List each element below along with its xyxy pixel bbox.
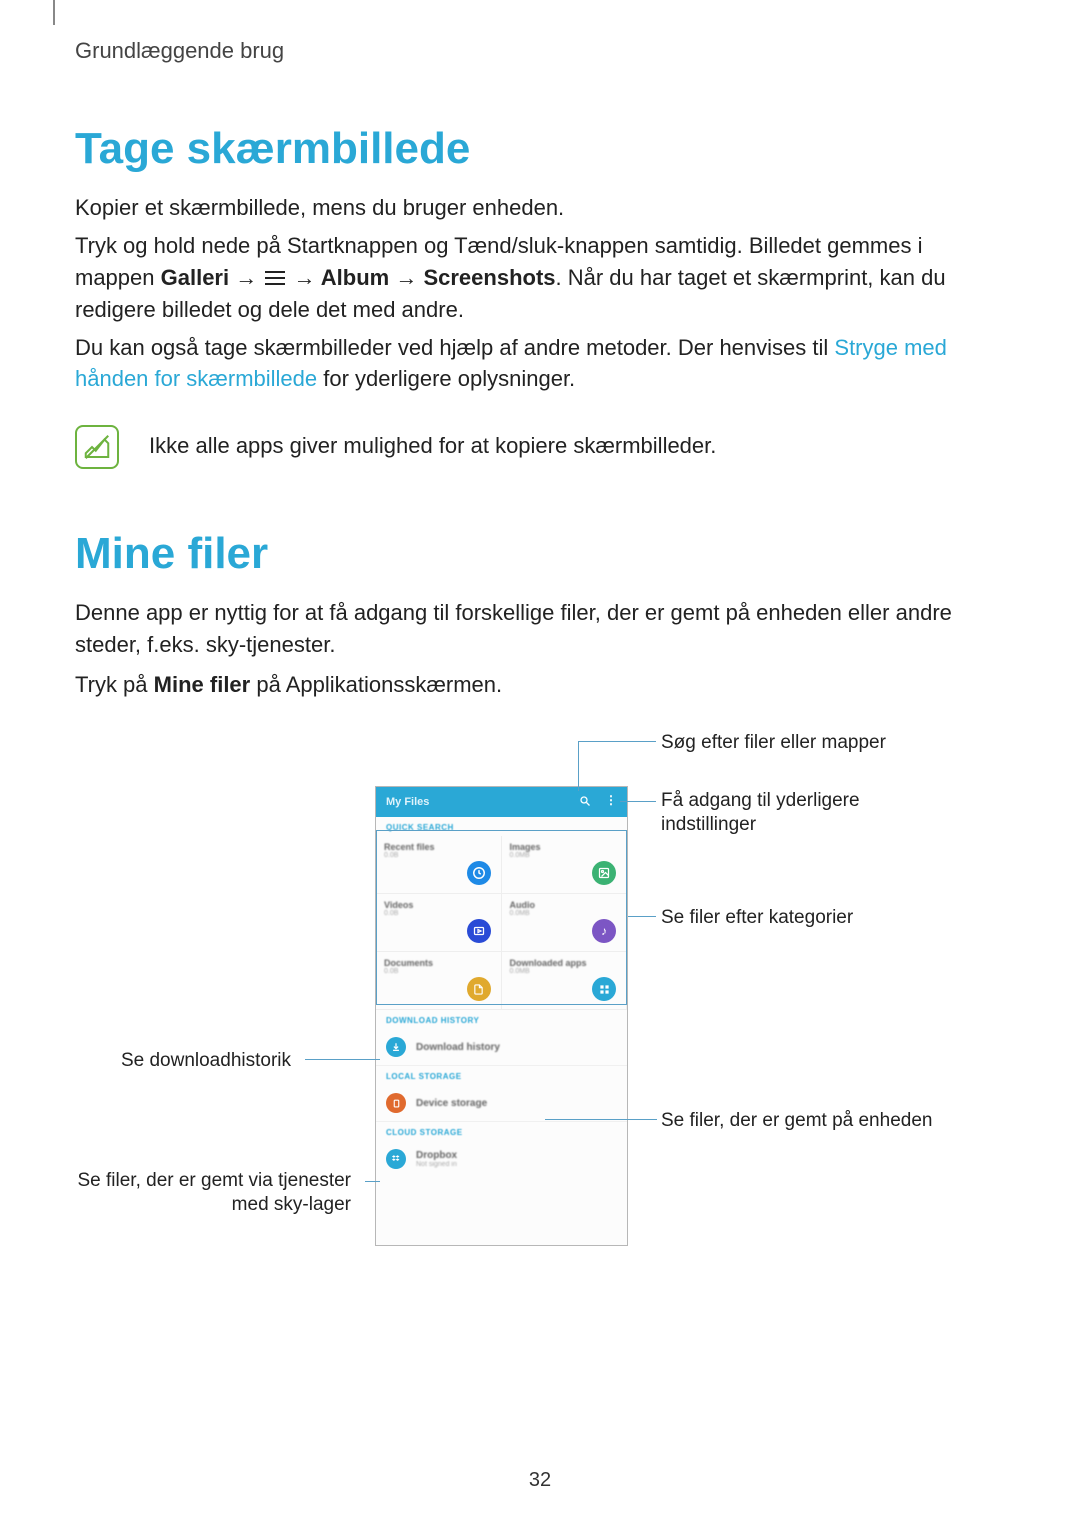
document-icon <box>467 977 491 1001</box>
figure-mine-filer: My Files ⋮ QUICK SEARCH Recent files 0.0… <box>75 731 1005 1301</box>
paragraph: Kopier et skærmbillede, mens du bruger e… <box>75 192 1005 224</box>
leader-line <box>578 741 656 742</box>
phone-mock: My Files ⋮ QUICK SEARCH Recent files 0.0… <box>375 786 628 1246</box>
note-text: Ikke alle apps giver mulighed for at kop… <box>149 425 716 459</box>
search-icon <box>579 795 591 810</box>
heading-mine-filer: Mine filer <box>75 529 1005 579</box>
callout-more: Få adgang til yderligere indstillinger <box>661 789 921 837</box>
callout-cloud: Se filer, der er gemt via tjenester med … <box>77 1169 351 1217</box>
note-icon <box>75 425 119 469</box>
phone-header: My Files ⋮ <box>376 787 627 817</box>
quick-search-grid: Recent files 0.0B Images 0.0MB Videos 0.… <box>376 836 627 1010</box>
apps-icon <box>592 977 616 1001</box>
leader-line <box>620 801 656 802</box>
leader-line <box>365 1181 380 1182</box>
video-icon <box>467 919 491 943</box>
more-icon: ⋮ <box>605 795 617 810</box>
leader-line <box>628 916 656 917</box>
leader-line <box>545 1119 657 1120</box>
paragraph: Denne app er nyttig for at få adgang til… <box>75 597 1005 661</box>
download-icon <box>386 1037 406 1057</box>
dropbox-icon <box>386 1149 406 1169</box>
callout-device: Se filer, der er gemt på enheden <box>661 1109 932 1133</box>
row-download-history: Download history <box>376 1029 627 1066</box>
qs-documents: Documents 0.0B <box>376 952 502 1010</box>
label-cloud-storage: CLOUD STORAGE <box>376 1122 627 1141</box>
page-number: 32 <box>0 1469 1080 1492</box>
qs-images: Images 0.0MB <box>502 836 628 894</box>
hamburger-icon <box>265 271 285 287</box>
row-device-storage: Device storage <box>376 1085 627 1122</box>
row-dropbox: Dropbox Not signed in <box>376 1141 627 1177</box>
qs-videos: Videos 0.0B <box>376 894 502 952</box>
label-download-history: DOWNLOAD HISTORY <box>376 1010 627 1029</box>
qs-recent: Recent files 0.0B <box>376 836 502 894</box>
callout-search: Søg efter filer eller mapper <box>661 731 886 755</box>
note-block: Ikke alle apps giver mulighed for at kop… <box>75 425 1005 469</box>
app-title: My Files <box>386 796 429 808</box>
device-storage-icon <box>386 1093 406 1113</box>
qs-downloaded-apps: Downloaded apps 0.0MB <box>502 952 628 1010</box>
label-local-storage: LOCAL STORAGE <box>376 1066 627 1085</box>
callout-categories: Se filer efter kategorier <box>661 906 853 930</box>
heading-tage-skaermbillede: Tage skærmbillede <box>75 124 1005 174</box>
image-icon <box>592 861 616 885</box>
page-top-marker <box>53 0 55 25</box>
qs-audio: Audio 0.0MB ♪ <box>502 894 628 952</box>
breadcrumb: Grundlæggende brug <box>75 38 1005 64</box>
callout-downloads: Se downloadhistorik <box>121 1049 291 1073</box>
paragraph: Tryk på Mine filer på Applikationsskærme… <box>75 669 1005 701</box>
clock-icon <box>467 861 491 885</box>
audio-icon: ♪ <box>592 919 616 943</box>
leader-line <box>578 741 579 791</box>
leader-line <box>305 1059 380 1060</box>
paragraph: Tryk og hold nede på Startknappen og Tæn… <box>75 230 1005 326</box>
paragraph: Du kan også tage skærmbilleder ved hjælp… <box>75 332 1005 396</box>
label-quick-search: QUICK SEARCH <box>376 817 627 836</box>
